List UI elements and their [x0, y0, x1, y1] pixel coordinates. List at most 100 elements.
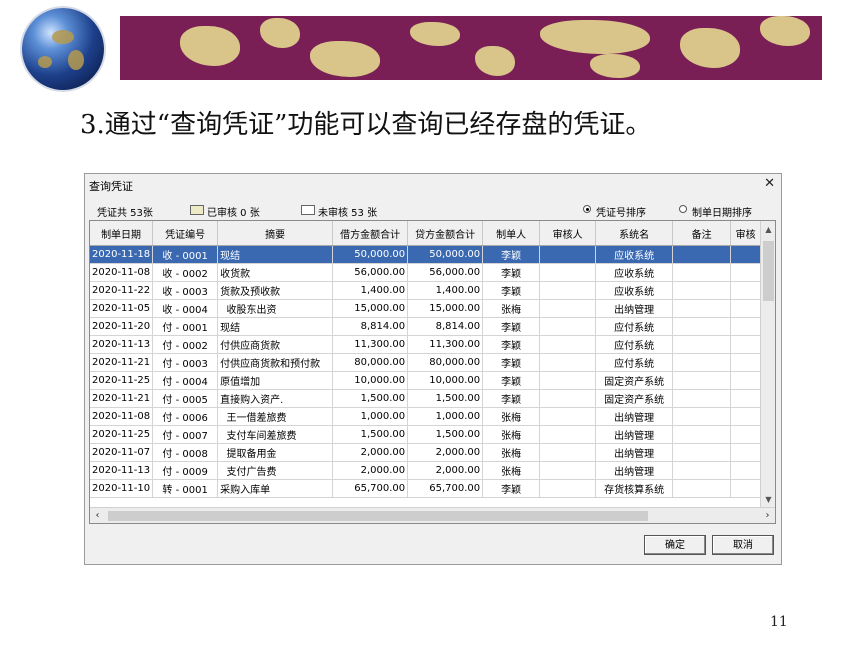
table-cell: 2,000.00: [407, 443, 484, 462]
table-cell: [672, 407, 732, 426]
table-row[interactable]: 2020-11-22 收 - 0003 货款及预收款 1,400.00 1,400.00…: [90, 281, 762, 300]
table-cell: 15,000.00: [407, 299, 484, 318]
ok-button[interactable]: 确定: [644, 535, 706, 555]
table-cell: 收 - 0001: [152, 245, 219, 264]
table-cell: [730, 407, 762, 426]
table-cell: 8,814.00: [407, 317, 484, 336]
column-header[interactable]: 借方金额合计: [332, 221, 409, 246]
table-row[interactable]: 2020-11-21 付 - 0005 直接购入资产. 1,500.00 1,500.0…: [90, 389, 762, 408]
chevron-right-icon[interactable]: ›: [760, 508, 775, 523]
table-cell: [539, 461, 597, 480]
table-cell: [672, 353, 732, 372]
table-cell: 50,000.00: [407, 245, 484, 264]
table-cell: 2020-11-25: [90, 371, 154, 390]
table-cell: [539, 371, 597, 390]
table-row[interactable]: 2020-11-25 付 - 0007 支付车间差旅费 1,500.00 1,500.…: [90, 425, 762, 444]
table-row[interactable]: 2020-11-05 收 - 0004 收股东出资 15,000.00 15,000.…: [90, 299, 762, 318]
column-header[interactable]: 凭证编号: [152, 221, 219, 246]
table-cell: [539, 353, 597, 372]
vertical-scrollbar[interactable]: ▲ ▼: [760, 221, 775, 507]
horizontal-scroll-thumb[interactable]: [108, 511, 648, 521]
table-cell: 存货核算系统: [595, 479, 674, 498]
table-row[interactable]: 2020-11-13 付 - 0009 支付广告费 2,000.00 2,000.00…: [90, 461, 762, 480]
table-row[interactable]: 2020-11-25 付 - 0004 原值增加 10,000.00 10,000.00…: [90, 371, 762, 390]
sort-by-date-label[interactable]: 制单日期排序: [692, 204, 752, 219]
dialog-title: 查询凭证: [89, 180, 133, 193]
table-row[interactable]: 2020-11-18 收 - 0001 现结 50,000.00 50,000.00 李颖…: [90, 245, 762, 264]
table-cell: [672, 479, 732, 498]
table-row[interactable]: 2020-11-10 转 - 0001 采购入库单 65,700.00 65,700.0…: [90, 479, 762, 498]
table-cell: 收 - 0002: [152, 263, 219, 282]
table-cell: 付 - 0007: [152, 425, 219, 444]
table-row[interactable]: 2020-11-07 付 - 0008 提取备用金 2,000.00 2,000.00…: [90, 443, 762, 462]
column-header[interactable]: 系统名: [595, 221, 674, 246]
chevron-down-icon[interactable]: ▼: [761, 493, 775, 507]
table-header: 制单日期 凭证编号 摘要 借方金额合计 贷方金额合计 制单人 审核人 系统名 备注 审核: [90, 221, 762, 246]
table-cell: [539, 281, 597, 300]
table-cell: 张梅: [482, 299, 541, 318]
table-cell: 张梅: [482, 425, 541, 444]
table-cell: 应收系统: [595, 245, 674, 264]
unaudited-count: 未审核 53 张: [318, 208, 378, 219]
sort-by-voucher-label[interactable]: 凭证号排序: [596, 204, 646, 219]
table-cell: 1,500.00: [407, 425, 484, 444]
column-header[interactable]: 制单人: [482, 221, 541, 246]
table-cell: 李颖: [482, 317, 541, 336]
table-cell: 2020-11-20: [90, 317, 154, 336]
table-cell: [730, 245, 762, 264]
table-cell: 付 - 0009: [152, 461, 219, 480]
column-header[interactable]: 备注: [672, 221, 732, 246]
sort-by-voucher-radio[interactable]: [583, 205, 591, 213]
table-cell: 1,500.00: [332, 389, 409, 408]
table-cell: 1,400.00: [332, 281, 409, 300]
chevron-up-icon[interactable]: ▲: [761, 223, 775, 237]
table-cell: 现结: [217, 317, 334, 336]
page-number: 11: [770, 614, 788, 630]
table-cell: 支付车间差旅费: [217, 425, 334, 444]
table-cell: 支付广告费: [217, 461, 334, 480]
table-cell: 1,400.00: [407, 281, 484, 300]
table-row[interactable]: 2020-11-08 收 - 0002 收货款 56,000.00 56,000.00 李…: [90, 263, 762, 282]
column-header[interactable]: 摘要: [217, 221, 334, 246]
table-cell: [730, 461, 762, 480]
table-cell: [730, 443, 762, 462]
table-cell: 8,814.00: [332, 317, 409, 336]
table-row[interactable]: 2020-11-08 付 - 0006 王一借差旅费 1,000.00 1,000.0…: [90, 407, 762, 426]
table-cell: [730, 263, 762, 282]
table-cell: 2020-11-22: [90, 281, 154, 300]
column-header[interactable]: 贷方金额合计: [407, 221, 484, 246]
column-header[interactable]: 制单日期: [90, 221, 154, 246]
column-header[interactable]: 审核人: [539, 221, 597, 246]
table-cell: [672, 335, 732, 354]
table-cell: [672, 245, 732, 264]
table-cell: [730, 281, 762, 300]
table-cell: [730, 371, 762, 390]
table-cell: 固定资产系统: [595, 389, 674, 408]
table-cell: 李颖: [482, 353, 541, 372]
chevron-left-icon[interactable]: ‹: [90, 508, 105, 523]
table-cell: [539, 389, 597, 408]
table-cell: 张梅: [482, 407, 541, 426]
table-row[interactable]: 2020-11-13 付 - 0002 付供应商货款 11,300.00 11,300.…: [90, 335, 762, 354]
cancel-button[interactable]: 取消: [712, 535, 774, 555]
table-cell: [539, 425, 597, 444]
table-cell: [539, 245, 597, 264]
table-row[interactable]: 2020-11-20 付 - 0001 现结 8,814.00 8,814.00 李颖 应付…: [90, 317, 762, 336]
table-cell: 直接购入资产.: [217, 389, 334, 408]
vertical-scroll-thumb[interactable]: [763, 241, 774, 301]
table-cell: 李颖: [482, 263, 541, 282]
table-cell: 11,300.00: [332, 335, 409, 354]
table-cell: 2020-11-18: [90, 245, 154, 264]
table-cell: 李颖: [482, 479, 541, 498]
table-cell: 2020-11-05: [90, 299, 154, 318]
horizontal-scrollbar[interactable]: ‹ ›: [90, 507, 775, 523]
table-cell: 2,000.00: [407, 461, 484, 480]
table-cell: 10,000.00: [407, 371, 484, 390]
table-cell: [730, 317, 762, 336]
sort-by-date-radio[interactable]: [679, 205, 687, 213]
table-cell: [539, 407, 597, 426]
table-cell: 50,000.00: [332, 245, 409, 264]
close-icon[interactable]: ✕: [764, 176, 775, 191]
column-header[interactable]: 审核: [730, 221, 762, 246]
table-row[interactable]: 2020-11-21 付 - 0003 付供应商货款和预付款 80,000.00 80,…: [90, 353, 762, 372]
